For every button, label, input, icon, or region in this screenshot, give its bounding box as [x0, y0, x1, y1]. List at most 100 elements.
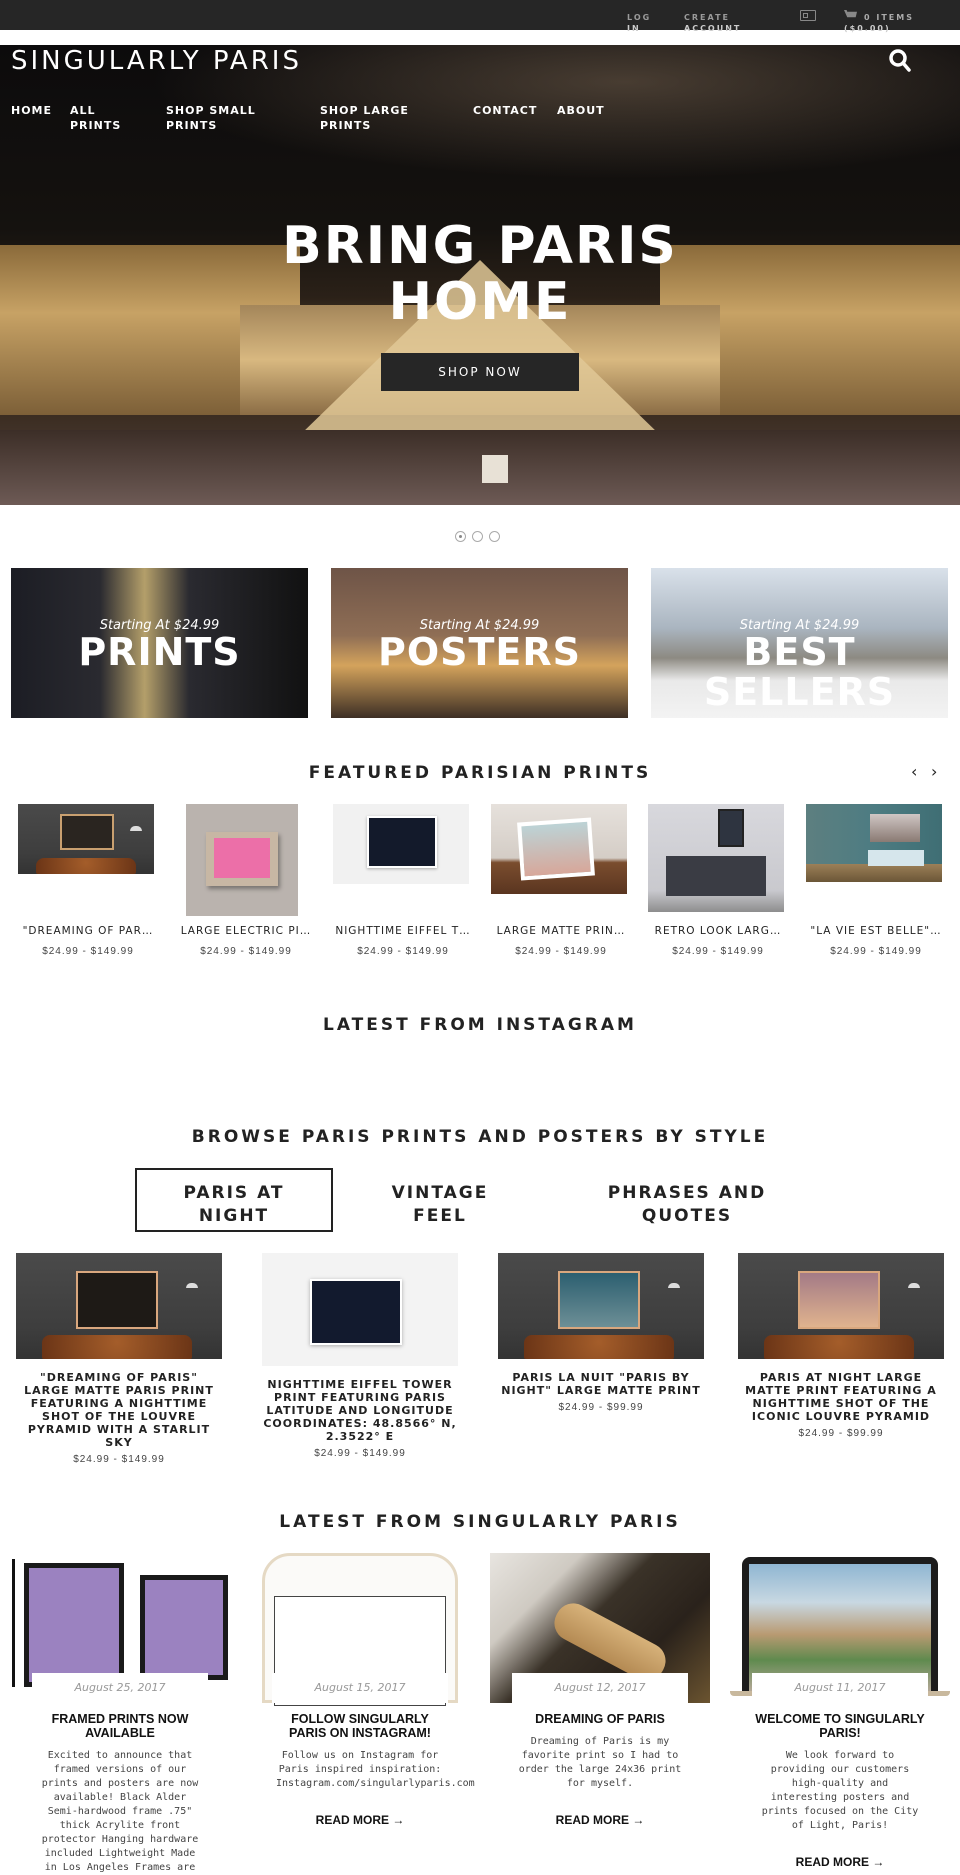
sofa	[42, 1335, 192, 1359]
framed-print	[24, 1563, 124, 1687]
read-more-link[interactable]: READ MORE →	[490, 1813, 710, 1827]
style-product[interactable]: PARIS LA NUIT "PARIS BY NIGHT" LARGE MAT…	[498, 1253, 704, 1413]
hero-image-plaza	[0, 430, 960, 505]
post-title[interactable]: WELCOME TO SINGULARLY PARIS!	[730, 1712, 950, 1740]
blog-title: LATEST FROM SINGULARLY PARIS	[279, 1512, 681, 1532]
pendant-lamp	[668, 1283, 680, 1288]
product-price: $24.99 - $149.99	[672, 946, 764, 957]
nav-shop-small-prints[interactable]: SHOP SMALL PRINTS	[166, 103, 286, 133]
product-name: "DREAMING OF PARIS" LARGE MATTE PARIS PR…	[24, 1371, 214, 1449]
style-product[interactable]: PARIS AT NIGHT LARGE MATTE PRINT FEATURI…	[738, 1253, 944, 1439]
frame-edge	[12, 1559, 15, 1687]
product-name: RETRO LOOK LARG…	[654, 925, 782, 937]
post-date: August 11, 2017	[752, 1673, 928, 1703]
tab-paris-at-night[interactable]: PARIS AT NIGHT	[135, 1168, 333, 1232]
login-link[interactable]: LOG	[627, 10, 651, 25]
post-title[interactable]: FOLLOW SINGULARLY PARIS ON INSTAGRAM!	[250, 1712, 470, 1740]
header-strip	[0, 30, 960, 45]
poster-frame	[517, 817, 595, 881]
product-image	[738, 1253, 944, 1359]
login-label: LOG	[627, 13, 652, 22]
product-image	[491, 804, 627, 894]
read-more-link[interactable]: READ MORE →	[250, 1813, 470, 1827]
product-image	[648, 804, 784, 912]
chevron-right-icon[interactable]: ›	[931, 762, 937, 781]
create-account-label: CREATE	[684, 13, 730, 22]
browse-title: BROWSE PARIS PRINTS AND POSTERS BY STYLE	[191, 1127, 769, 1147]
create-account-link[interactable]: CREATE	[684, 10, 730, 25]
cart-icon[interactable]	[844, 10, 857, 18]
slide-dot-1[interactable]	[455, 531, 466, 542]
product-name: "DREAMING OF PAR…	[22, 925, 154, 937]
product-price: $24.99 - $149.99	[515, 946, 607, 957]
cart-link[interactable]: 0 ITEMS	[864, 10, 914, 25]
product-image	[186, 804, 298, 916]
chevron-left-icon[interactable]: ‹	[911, 762, 917, 781]
poster-frame	[206, 832, 278, 886]
nav-about[interactable]: ABOUT	[557, 103, 677, 118]
pendant-lamp	[186, 1283, 198, 1288]
poster-frame	[718, 809, 744, 847]
hero-title-line2: HOME	[388, 272, 572, 332]
post-excerpt: Excited to announce that framed versions…	[41, 1750, 199, 1873]
blog-image: August 25, 2017	[10, 1553, 230, 1703]
sofa	[764, 1335, 914, 1359]
post-title[interactable]: DREAMING OF PARIS	[490, 1712, 710, 1726]
nav-shop-large-prints[interactable]: SHOP LARGE PRINTS	[320, 103, 440, 133]
sofa	[868, 850, 924, 866]
slide-dot-3[interactable]	[489, 531, 500, 542]
site-logo[interactable]: SINGULARLY PARIS	[11, 46, 302, 76]
style-product[interactable]: NIGHTTIME EIFFEL TOWER PRINT FEATURING P…	[262, 1253, 458, 1459]
tab-vintage-feel[interactable]: VINTAGE FEEL	[360, 1168, 520, 1232]
poster-frame	[310, 1279, 402, 1345]
poster-frame	[76, 1271, 158, 1329]
login-label-line2: IN	[627, 24, 641, 33]
style-product[interactable]: "DREAMING OF PARIS" LARGE MATTE PARIS PR…	[16, 1253, 222, 1465]
post-date: August 15, 2017	[272, 1673, 448, 1703]
top-bar: LOG CREATE 0 ITEMS	[0, 0, 960, 30]
blog-image: August 15, 2017	[250, 1553, 470, 1706]
product-price: $24.99 - $99.99	[558, 1402, 644, 1413]
product-image	[498, 1253, 704, 1359]
search-icon[interactable]	[888, 48, 912, 74]
read-more-link[interactable]: READ MORE →	[730, 1855, 950, 1869]
product-image	[18, 804, 154, 874]
sofa	[36, 858, 136, 874]
category-tile-best-sellers[interactable]: Starting At $24.99 BEST SELLERS	[651, 568, 948, 718]
blog-post: August 12, 2017 DREAMING OF PARIS Dreami…	[490, 1553, 710, 1827]
hero-image-lamp	[482, 455, 508, 483]
floor	[806, 864, 942, 882]
sofa	[524, 1335, 674, 1359]
post-title[interactable]: FRAMED PRINTS NOW AVAILABLE	[10, 1712, 230, 1740]
product-name: PARIS LA NUIT "PARIS BY NIGHT" LARGE MAT…	[501, 1371, 701, 1397]
tab-phrases-and-quotes[interactable]: PHRASES AND QUOTES	[587, 1168, 787, 1232]
hero-title-line1: BRING PARIS	[282, 216, 678, 276]
hero-title: BRING PARIS HOME	[230, 218, 730, 330]
category-tile-posters[interactable]: Starting At $24.99 POSTERS	[331, 568, 628, 718]
product-name: "LA VIE EST BELLE"…	[810, 925, 942, 937]
featured-title: FEATURED PARISIAN PRINTS	[308, 763, 652, 783]
shop-now-button[interactable]: SHOP NOW	[381, 353, 579, 391]
poster-frame	[870, 814, 920, 842]
pendant-lamp	[908, 1283, 920, 1288]
category-title: POSTERS	[377, 630, 582, 674]
post-date: August 25, 2017	[32, 1673, 208, 1703]
product-image	[262, 1253, 458, 1366]
poster-art	[214, 838, 270, 878]
post-excerpt: Dreaming of Paris is my favorite print s…	[518, 1736, 682, 1789]
id-card-icon[interactable]	[800, 10, 816, 21]
product-price: $24.99 - $149.99	[200, 946, 292, 957]
create-account-label-line2: ACCOUNT	[684, 24, 742, 33]
framed-print	[140, 1575, 228, 1680]
product-name: NIGHTTIME EIFFEL T…	[335, 925, 471, 937]
product-name: NIGHTTIME EIFFEL TOWER PRINT FEATURING P…	[263, 1378, 457, 1443]
pendant-lamp	[130, 826, 142, 831]
product-price: $24.99 - $149.99	[73, 1454, 165, 1465]
product-image	[333, 804, 469, 884]
slide-dot-2[interactable]	[472, 531, 483, 542]
category-tile-prints[interactable]: Starting At $24.99 PRINTS	[11, 568, 308, 718]
post-excerpt: We look forward to providing our custome…	[761, 1750, 919, 1831]
poster-frame	[60, 814, 114, 850]
cart-total: ($0.00)	[844, 24, 891, 33]
product-price: $24.99 - $149.99	[42, 946, 134, 957]
